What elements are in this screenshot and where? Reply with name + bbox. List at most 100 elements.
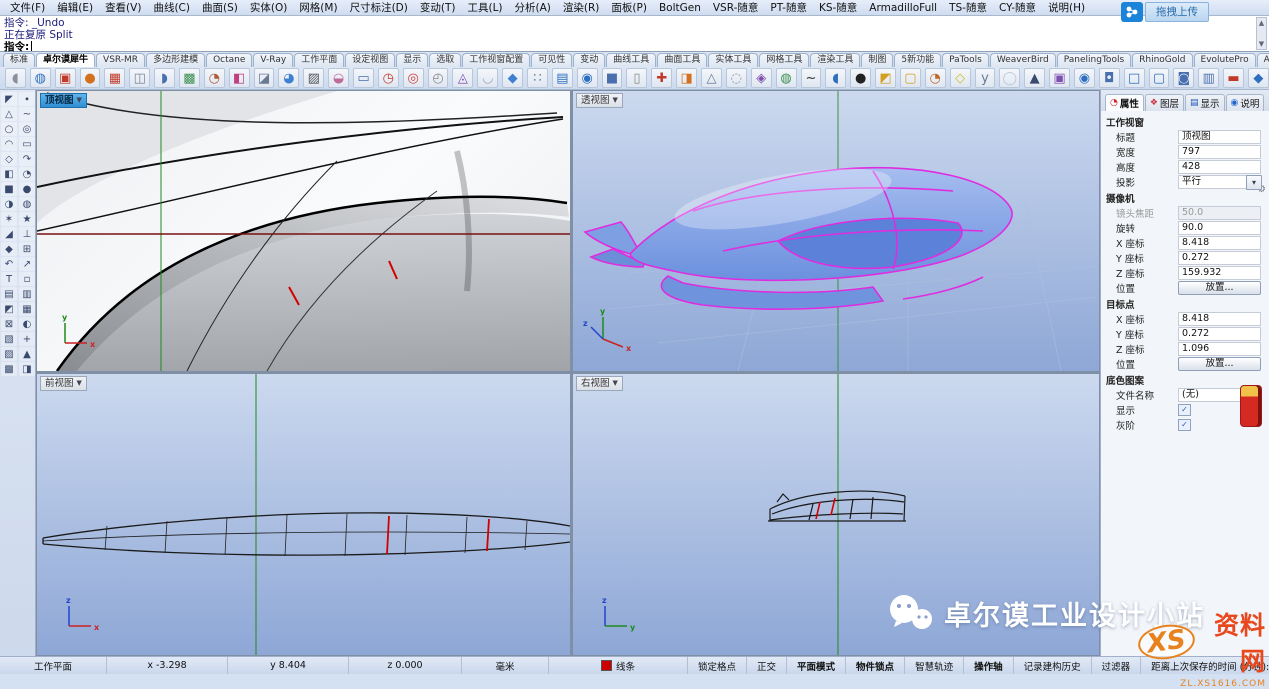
tool-icon[interactable]: ↷ (19, 152, 35, 166)
toolbar-tab[interactable]: RhinoGold (1132, 53, 1192, 67)
viewport-right[interactable]: z y 右视图▼ (572, 373, 1100, 656)
tool-icon[interactable]: ▥ (19, 287, 35, 301)
toolbar-icon[interactable]: ∷ (527, 68, 548, 88)
property-value[interactable]: 90.0 (1178, 221, 1261, 235)
status-item[interactable]: 锁定格点 (688, 657, 747, 674)
menu-item[interactable]: 曲面(S) (196, 0, 244, 15)
floating-promo-widget[interactable] (1240, 385, 1262, 427)
toolbar-icon[interactable]: ◒ (328, 68, 349, 88)
toolbar-icon[interactable]: ◍ (776, 68, 797, 88)
toolbar-icon[interactable]: ◨ (676, 68, 697, 88)
viewport-perspective[interactable]: y z x 透视图▼ (572, 90, 1100, 372)
toolbar-icon[interactable]: ▦ (104, 68, 125, 88)
viewport-front[interactable]: z x 前视图▼ (36, 373, 571, 656)
command-scrollbar[interactable]: ▲▼ (1256, 17, 1267, 50)
toolbar-tab[interactable]: 曲线工具 (606, 53, 656, 67)
toolbar-icon[interactable]: ▣ (1049, 68, 1070, 88)
tool-icon[interactable]: ○ (1, 122, 17, 136)
toolbar-tab[interactable]: WeaverBird (990, 53, 1056, 67)
tool-icon[interactable]: ▭ (19, 137, 35, 151)
property-value[interactable]: 0.272 (1178, 251, 1261, 265)
property-value[interactable]: 8.418 (1178, 312, 1261, 326)
toolbar-icon[interactable]: ▢ (900, 68, 921, 88)
tool-icon[interactable]: ◆ (1, 242, 17, 256)
toolbar-tab[interactable]: 标准 (3, 53, 35, 67)
menu-item[interactable]: 编辑(E) (51, 0, 99, 15)
toolbar-icon[interactable]: ▣ (55, 68, 76, 88)
toolbar-icon[interactable]: ▬ (1223, 68, 1244, 88)
menu-item[interactable]: KS-随意 (813, 0, 863, 15)
menu-item[interactable]: 曲线(C) (147, 0, 196, 15)
status-item[interactable]: 线条 (549, 657, 688, 674)
tool-icon[interactable]: ◑ (1, 197, 17, 211)
toolbar-icon[interactable]: ◗ (154, 68, 175, 88)
toolbar-icon[interactable]: ◴ (428, 68, 449, 88)
status-item[interactable]: 工作平面 (0, 657, 107, 674)
toolbar-icon[interactable]: ◈ (751, 68, 772, 88)
tool-icon[interactable]: ◢ (1, 227, 17, 241)
toolbar-icon[interactable]: ◘ (1099, 68, 1120, 88)
status-item[interactable]: 操作轴 (964, 657, 1014, 674)
menu-item[interactable]: PT-随意 (764, 0, 813, 15)
tool-icon[interactable]: ◠ (1, 137, 17, 151)
tool-icon[interactable]: ◔ (19, 167, 35, 181)
property-value[interactable]: ✓ (1178, 419, 1191, 431)
panel-tab[interactable]: ◔ 属性 (1105, 94, 1144, 111)
status-item[interactable]: x -3.298 (107, 657, 228, 674)
menu-item[interactable]: BoltGen (653, 2, 707, 14)
menu-item[interactable]: 查看(V) (99, 0, 147, 15)
toolbar-icon[interactable]: ◫ (129, 68, 150, 88)
toolbar-tab[interactable]: 多边形建模 (146, 53, 205, 67)
tool-icon[interactable]: ◩ (1, 302, 17, 316)
tool-icon[interactable]: ↶ (1, 257, 17, 271)
toolbar-icon[interactable]: ◪ (254, 68, 275, 88)
tool-icon[interactable]: ⊞ (19, 242, 35, 256)
toolbar-tab[interactable]: VSR-MR (96, 53, 145, 67)
property-value[interactable]: 50.0 (1178, 206, 1261, 220)
toolbar-icon[interactable]: ◔ (925, 68, 946, 88)
toolbar-tab[interactable]: 工作平面 (294, 53, 344, 67)
tool-icon[interactable]: ◤ (1, 92, 17, 106)
status-item[interactable]: 物件锁点 (846, 657, 905, 674)
toolbar-tab[interactable]: 曲面工具 (657, 53, 707, 67)
toolbar-icon[interactable]: ◎ (403, 68, 424, 88)
property-value[interactable]: 0.272 (1178, 327, 1261, 341)
status-item[interactable]: 正交 (747, 657, 787, 674)
property-value[interactable]: 放置... (1178, 357, 1261, 371)
tool-icon[interactable]: ▨ (1, 347, 17, 361)
menu-item[interactable]: 工具(L) (461, 0, 508, 15)
toolbar-tab[interactable]: 选取 (429, 53, 461, 67)
tool-icon[interactable]: ◍ (19, 197, 35, 211)
property-value[interactable]: 平行 (1178, 175, 1247, 189)
viewport-title-perspective[interactable]: 透视图▼ (576, 93, 623, 108)
toolbar-tab[interactable]: 实体工具 (708, 53, 758, 67)
menu-item[interactable]: TS-随意 (943, 0, 993, 15)
menu-item[interactable]: 尺寸标注(D) (344, 0, 414, 15)
toolbar-icon[interactable]: ◆ (502, 68, 523, 88)
toolbar-tab[interactable]: 渲染工具 (810, 53, 860, 67)
toolbar-icon[interactable]: ~ (801, 68, 822, 88)
toolbar-tab[interactable]: 5新功能 (894, 53, 941, 67)
property-value[interactable]: 1.096 (1178, 342, 1261, 356)
property-value[interactable]: 797 (1178, 145, 1261, 159)
toolbar-tab[interactable]: V-Ray (253, 53, 293, 67)
toolbar-icon[interactable]: ✚ (651, 68, 672, 88)
toolbar-icon[interactable]: ▩ (179, 68, 200, 88)
menu-item[interactable]: 说明(H) (1042, 0, 1091, 15)
tool-icon[interactable]: ↗ (19, 257, 35, 271)
toolbar-icon[interactable]: ◆ (1248, 68, 1269, 88)
toolbar-icon[interactable]: ◡ (477, 68, 498, 88)
toolbar-tab[interactable]: 制图 (861, 53, 893, 67)
toolbar-icon[interactable]: □ (1124, 68, 1145, 88)
toolbar-icon[interactable]: ◉ (577, 68, 598, 88)
tool-icon[interactable]: ▩ (1, 362, 17, 376)
toolbar-icon[interactable]: ▤ (552, 68, 573, 88)
status-item[interactable]: 毫米 (462, 657, 549, 674)
status-item[interactable]: 过滤器 (1092, 657, 1142, 674)
status-item[interactable]: 平面模式 (787, 657, 846, 674)
tool-icon[interactable]: ⊠ (1, 317, 17, 331)
toolbar-icon[interactable]: ● (80, 68, 101, 88)
tool-icon[interactable]: ▲ (19, 347, 35, 361)
toolbar-tab[interactable]: 变动 (573, 53, 605, 67)
toolbar-icon[interactable]: ◔ (204, 68, 225, 88)
